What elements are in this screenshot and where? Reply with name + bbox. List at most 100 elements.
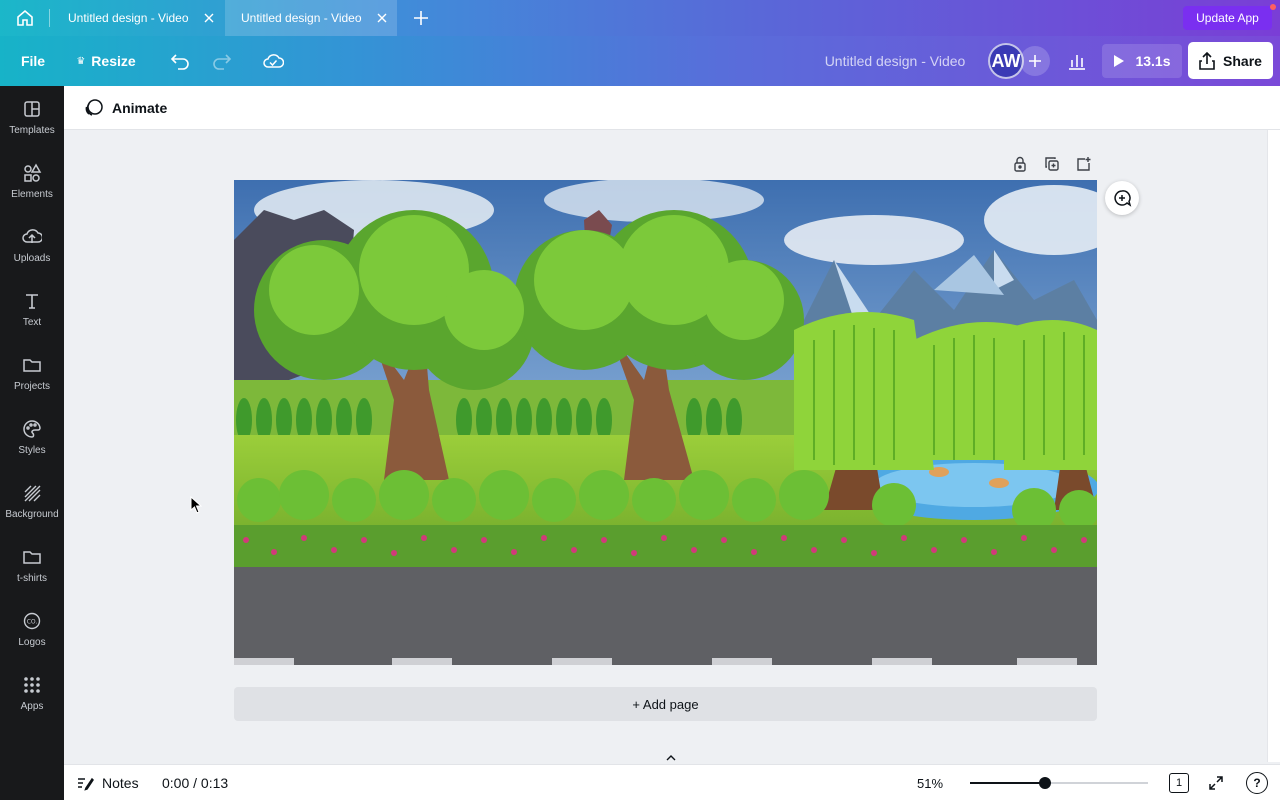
expand-icon (1209, 776, 1223, 790)
sidebar-item-label: Templates (9, 124, 55, 136)
share-button[interactable]: Share (1188, 42, 1273, 79)
insights-button[interactable] (1060, 44, 1094, 78)
page-count-button[interactable]: 1 (1169, 773, 1189, 793)
add-page-icon-button[interactable] (1072, 152, 1096, 176)
redo-icon (213, 54, 232, 70)
home-icon (17, 9, 33, 26)
home-button[interactable] (0, 0, 50, 36)
sidebar-item-background[interactable]: Background (0, 470, 64, 532)
duplicate-icon (1045, 157, 1059, 171)
tab-design-1[interactable]: Untitled design - Video (52, 0, 224, 36)
resize-label: Resize (91, 53, 136, 69)
sidebar-item-label: t-shirts (17, 572, 47, 584)
sidebar-item-styles[interactable]: Styles (0, 406, 64, 468)
comment-plus-icon (1114, 190, 1132, 207)
undo-button[interactable] (166, 36, 194, 86)
resize-button[interactable]: ♛ Resize (70, 36, 142, 86)
sidebar-item-label: Text (22, 316, 42, 328)
sidebar-item-label: Logos (18, 636, 46, 648)
notification-dot (1270, 4, 1276, 10)
notes-label: Notes (102, 775, 139, 791)
notes-icon (78, 777, 94, 791)
sidebar-item-text[interactable]: Text (0, 278, 64, 340)
sidebar-item-templates[interactable]: Templates (0, 86, 64, 148)
add-collaborator-button[interactable] (1020, 46, 1050, 76)
tab-design-2[interactable]: Untitled design - Video (225, 0, 397, 36)
templates-icon (24, 100, 40, 117)
tshirts-icon (23, 550, 41, 564)
sidebar-item-label: Styles (18, 444, 46, 456)
background-icon (24, 485, 41, 501)
undo-icon (170, 54, 189, 70)
sidebar-item-projects[interactable]: Projects (0, 342, 64, 404)
plus-icon (414, 11, 428, 25)
close-icon (377, 13, 387, 23)
sidebar-item-label: Background (5, 508, 59, 520)
apps-icon (24, 676, 40, 693)
crown-icon: ♛ (76, 55, 86, 67)
update-app-button[interactable]: Update App (1183, 6, 1272, 30)
zoom-percent[interactable]: 51% (910, 769, 950, 797)
svg-text:CO.: CO. (27, 618, 38, 625)
cloud-check-icon (263, 54, 284, 68)
add-page-button[interactable]: + Add page (234, 687, 1097, 721)
context-toolbar: Animate (64, 86, 1280, 130)
editor-footer: Notes 0:00 / 0:13 51% 1 ? (64, 764, 1280, 800)
zoom-slider-thumb[interactable] (1038, 777, 1051, 789)
projects-icon (23, 358, 41, 372)
sidebar-item-label: Projects (13, 380, 51, 392)
animate-button[interactable]: Animate (76, 92, 175, 124)
share-icon (1199, 51, 1215, 70)
timeline-collapse-button[interactable] (636, 752, 706, 764)
add-comment-button[interactable] (1105, 181, 1139, 215)
share-label: Share (1223, 52, 1262, 69)
sidebar-item-logos[interactable]: CO. Logos (0, 598, 64, 660)
tab-label: Untitled design - Video (241, 11, 362, 25)
lock-page-button[interactable] (1008, 152, 1032, 176)
sidebar-item-label: Elements (11, 188, 53, 200)
sidebar-item-apps[interactable]: Apps (0, 662, 64, 724)
duplicate-page-button[interactable] (1040, 152, 1064, 176)
text-icon (26, 293, 38, 309)
sidebar-item-elements[interactable]: Elements (0, 150, 64, 212)
bar-chart-icon (1069, 55, 1085, 70)
close-icon (204, 13, 214, 23)
left-sidebar: Templates Elements Uploads Text Projects… (0, 86, 64, 800)
cloud-save-button[interactable] (258, 36, 288, 86)
tab-close-button[interactable] (198, 7, 220, 29)
file-menu-button[interactable]: File (12, 36, 54, 86)
design-title[interactable]: Untitled design - Video (812, 36, 978, 86)
plus-icon (1029, 55, 1041, 67)
tab-label: Untitled design - Video (68, 11, 189, 25)
play-duration: 13.1s (1135, 53, 1171, 69)
play-icon (1114, 55, 1125, 67)
animate-icon (85, 99, 103, 116)
notes-button[interactable]: Notes (76, 769, 139, 797)
design-page[interactable] (234, 180, 1097, 665)
elements-icon (24, 162, 42, 182)
park-scene-illustration (234, 180, 1097, 665)
lock-icon (1014, 156, 1026, 172)
sidebar-item-tshirts[interactable]: t-shirts (0, 534, 64, 596)
styles-icon (23, 419, 41, 438)
help-button[interactable]: ? (1246, 772, 1268, 794)
logos-icon: CO. (23, 612, 41, 629)
redo-button[interactable] (208, 36, 236, 86)
user-avatar[interactable]: AW (988, 43, 1024, 79)
new-tab-button[interactable] (408, 5, 434, 31)
fullscreen-button[interactable] (1204, 771, 1228, 795)
add-page-icon (1077, 157, 1091, 171)
tab-separator (49, 9, 50, 27)
present-play-button[interactable]: 13.1s (1102, 44, 1182, 78)
uploads-icon (22, 228, 42, 243)
vertical-scrollbar[interactable] (1267, 130, 1280, 762)
chevron-up-icon (666, 755, 676, 761)
zoom-slider-fill (970, 782, 1045, 784)
mouse-cursor-icon (190, 496, 202, 514)
tab-close-button[interactable] (371, 7, 393, 29)
sidebar-item-uploads[interactable]: Uploads (0, 214, 64, 276)
timecode: 0:00 / 0:13 (162, 775, 229, 791)
sidebar-item-label: Uploads (13, 252, 51, 264)
zoom-slider-track[interactable] (970, 782, 1148, 784)
animate-label: Animate (112, 100, 168, 116)
